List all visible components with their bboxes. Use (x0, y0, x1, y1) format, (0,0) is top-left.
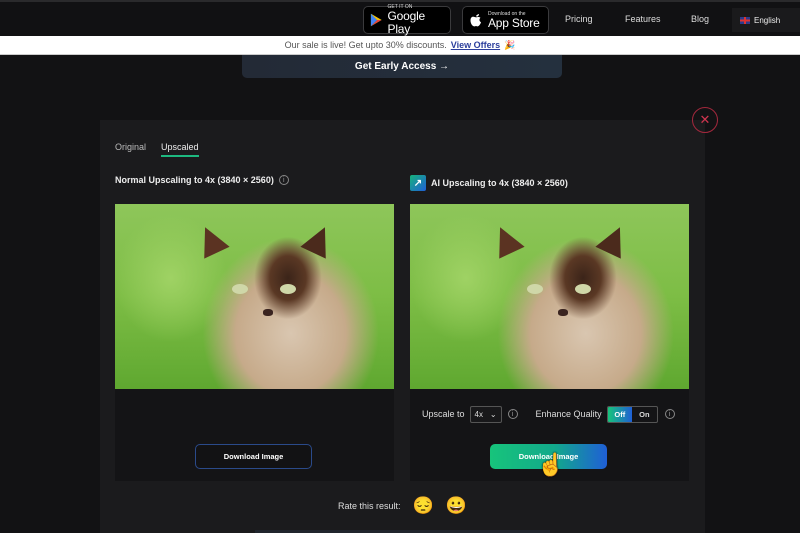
info-icon[interactable]: i (278, 175, 289, 185)
normal-upscaling-label: Normal Upscaling to 4x (3840 × 2560) (115, 175, 274, 185)
google-play-icon (370, 13, 382, 27)
enhance-info-icon[interactable]: i (664, 409, 675, 419)
tab-upscaled[interactable]: Upscaled (161, 142, 199, 157)
google-play-label: Google Play (387, 9, 426, 36)
sale-text: Our sale is live! Get upto 30% discounts… (284, 40, 447, 50)
nav-features-link[interactable]: Features (625, 14, 661, 24)
close-modal-button[interactable]: ✕ (692, 107, 718, 133)
app-store-button[interactable]: Download on the App Store (462, 6, 549, 34)
top-navigation: GET IT ON Google Play Download on the App … (0, 0, 800, 36)
nav-pricing-link[interactable]: Pricing (565, 14, 593, 24)
rate-label: Rate this result: (338, 500, 401, 511)
sad-face-icon[interactable]: 😔 (413, 497, 434, 514)
ai-upscaled-cat-image (410, 204, 689, 389)
uk-flag-icon (740, 16, 750, 24)
download-normal-image-button[interactable]: Download Image (195, 444, 312, 469)
ai-upscaling-title: ↗ AI Upscaling to 4x (3840 × 2560) (410, 175, 568, 191)
sale-banner: Our sale is live! Get upto 30% discounts… (0, 36, 800, 55)
language-selector[interactable]: English (732, 8, 800, 32)
app-store-label: App Store (488, 15, 540, 30)
view-offers-link[interactable]: View Offers (451, 40, 500, 50)
ai-upscale-icon: ↗ (410, 175, 426, 191)
happy-face-icon[interactable]: 😀 (446, 497, 467, 514)
nav-blog-link[interactable]: Blog (691, 14, 709, 24)
rating-row: Rate this result: 😔 😀 (338, 497, 467, 514)
close-icon: ✕ (699, 112, 711, 127)
upscale-factor-select[interactable]: 4x ⌄ (469, 405, 502, 423)
normal-upscaled-cat-image (115, 204, 394, 389)
get-early-access-button[interactable]: Get Early Access → (242, 55, 562, 78)
language-label: English (754, 15, 781, 25)
tab-original[interactable]: Original (115, 142, 146, 155)
toggle-off-option[interactable]: Off (607, 406, 633, 422)
enhance-quality-label: Enhance Quality (535, 409, 602, 419)
normal-upscaling-title: Normal Upscaling to 4x (3840 × 2560) i (115, 175, 289, 185)
chevron-down-icon: ⌄ (489, 409, 497, 419)
ai-upscale-controls: Upscale to 4x ⌄ i Enhance Quality Off On… (422, 405, 692, 423)
party-icon: 🎉 (504, 39, 516, 50)
google-play-button[interactable]: GET IT ON Google Play (363, 4, 451, 36)
apple-icon (470, 14, 481, 27)
upscale-info-icon[interactable]: i (507, 409, 518, 419)
ai-upscaling-label: AI Upscaling to 4x (3840 × 2560) (431, 178, 568, 188)
enhance-quality-toggle[interactable]: Off On (606, 405, 658, 423)
toggle-on-option[interactable]: On (632, 407, 657, 422)
download-ai-image-button[interactable]: Download Image (490, 444, 607, 469)
upscale-factor-value: 4x (474, 409, 483, 419)
ai-upscale-panel (410, 204, 689, 481)
normal-upscale-panel (115, 204, 394, 481)
upscale-to-label: Upscale to (422, 409, 465, 419)
